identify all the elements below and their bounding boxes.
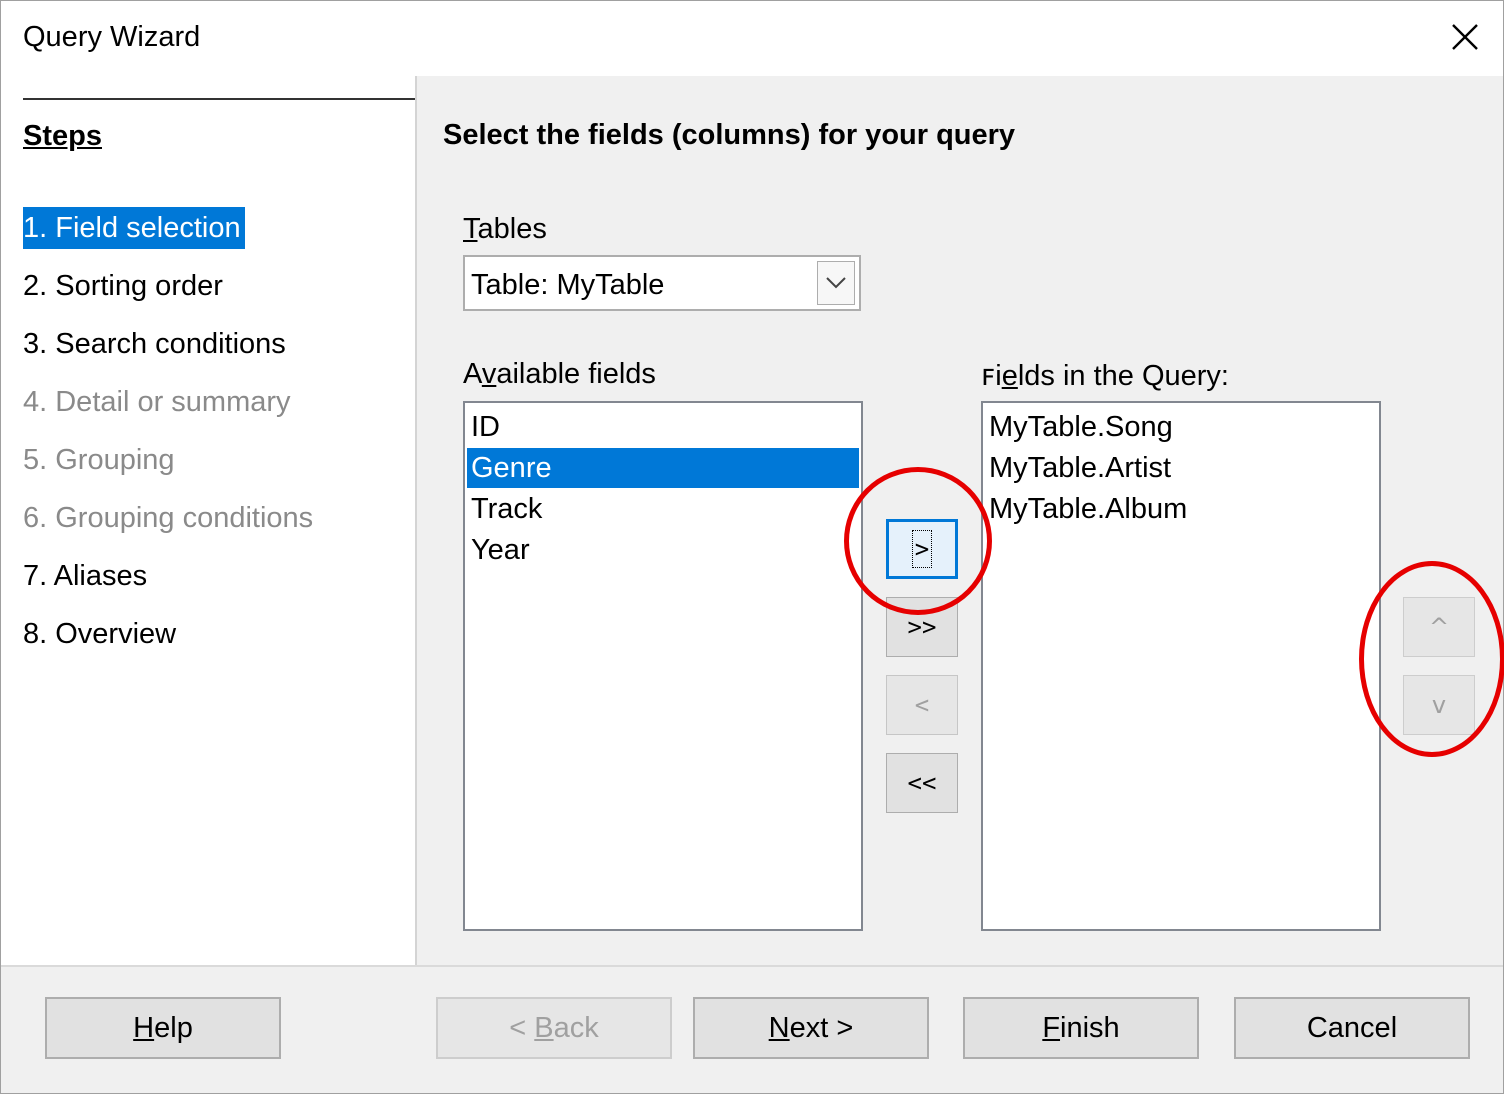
sidebar-divider [23,98,415,100]
sidebar-step-8[interactable]: 8. Overview [23,613,180,655]
annotation-circle-order [1359,561,1504,757]
query-fields-label: ꜰields in the Query: [981,360,1229,392]
close-icon [1452,24,1478,50]
finish-button[interactable]: Finish [963,997,1199,1059]
annotation-circle-add [844,467,992,615]
chevron-down-icon [826,277,846,289]
sidebar-step-3[interactable]: 3. Search conditions [23,323,290,365]
remove-all-fields-button[interactable]: << [886,753,958,813]
remove-field-button[interactable]: < [886,675,958,735]
query-field-item[interactable]: MyTable.Artist [985,448,1377,488]
sidebar-step-6: 6. Grouping conditions [23,502,314,534]
query-wizard-dialog: Query Wizard Steps 1. Field selection 2. … [0,0,1504,1094]
available-fields-label: Available fields [463,358,656,390]
tables-dropdown-button[interactable] [817,261,855,305]
sidebar-step-5: 5. Grouping [23,444,175,476]
title-bar: Query Wizard [1,1,1503,76]
steps-heading: Steps [23,120,102,152]
page-title: Select the fields (columns) for your que… [443,119,1016,151]
available-field-item[interactable]: Track [467,489,859,529]
window-title: Query Wizard [23,21,201,53]
steps-sidebar: Steps 1. Field selection 2. Sorting order… [1,76,417,965]
query-fields-list[interactable]: MyTable.Song MyTable.Artist MyTable.Album [981,401,1381,931]
available-fields-list[interactable]: ID Genre Track Year [463,401,863,931]
tables-select[interactable]: Table: MyTable [463,255,861,311]
sidebar-step-7[interactable]: 7. Aliases [23,555,151,597]
back-button[interactable]: < Back [436,997,672,1059]
sidebar-step-2[interactable]: 2. Sorting order [23,265,227,307]
help-button[interactable]: Help [45,997,281,1059]
add-all-fields-label: >> [907,613,937,641]
query-field-item[interactable]: MyTable.Song [985,407,1377,447]
tables-select-value: Table: MyTable [471,269,665,301]
available-field-item[interactable]: Genre [467,448,859,488]
cancel-button[interactable]: Cancel [1234,997,1470,1059]
available-field-item[interactable]: ID [467,407,859,447]
available-field-item[interactable]: Year [467,530,859,570]
remove-field-label: < [914,691,930,719]
next-button[interactable]: Next > [693,997,929,1059]
footer-divider [1,965,1503,967]
sidebar-step-4: 4. Detail or summary [23,386,291,418]
sidebar-step-1[interactable]: 1. Field selection [23,207,245,249]
query-field-item[interactable]: MyTable.Album [985,489,1377,529]
close-button[interactable] [1439,13,1491,61]
remove-all-fields-label: << [907,769,937,797]
tables-label: Tables [463,213,547,245]
